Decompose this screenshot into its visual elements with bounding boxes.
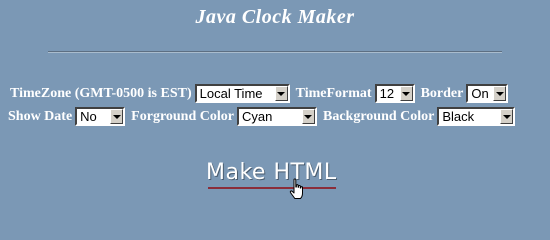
chevron-down-icon[interactable] (110, 109, 124, 124)
settings-row-2: Show Date No Forground Color Cyan Backgr… (8, 107, 519, 126)
foreground-color-value: Cyan (241, 109, 273, 124)
timezone-select[interactable]: Local Time (194, 84, 290, 103)
show-date-label: Show Date (8, 108, 73, 124)
chevron-down-icon[interactable] (274, 86, 288, 101)
make-html-underline (208, 187, 336, 189)
background-color-label: Background Color (322, 108, 435, 124)
chevron-down-icon[interactable] (399, 86, 413, 101)
chevron-down-icon[interactable] (500, 109, 514, 124)
timezone-value: Local Time (199, 86, 263, 101)
timeformat-label: TimeFormat (295, 85, 372, 101)
timeformat-select[interactable]: 12 (374, 84, 415, 103)
show-date-value: No (80, 109, 97, 124)
page-title: Java Clock Maker (195, 6, 355, 28)
show-date-select[interactable]: No (75, 107, 126, 126)
foreground-color-select[interactable]: Cyan (236, 107, 317, 126)
settings-row-1: TimeZone (GMT-0500 is EST) Local Time Ti… (8, 84, 512, 103)
background-color-select[interactable]: Black (437, 107, 516, 126)
border-label: Border (420, 85, 464, 101)
hand-pointer-icon (289, 178, 303, 199)
chevron-down-icon[interactable] (493, 86, 507, 101)
make-html-button[interactable]: Make HTML (206, 160, 337, 185)
chevron-down-icon[interactable] (301, 109, 315, 124)
background-color-value: Black (442, 109, 475, 124)
timezone-label: TimeZone (GMT-0500 is EST) (10, 85, 192, 101)
border-value: On (471, 86, 489, 101)
border-select[interactable]: On (466, 84, 509, 103)
horizontal-divider (48, 51, 502, 53)
foreground-color-label: Forground Color (131, 108, 234, 124)
timeformat-value: 12 (379, 86, 395, 101)
